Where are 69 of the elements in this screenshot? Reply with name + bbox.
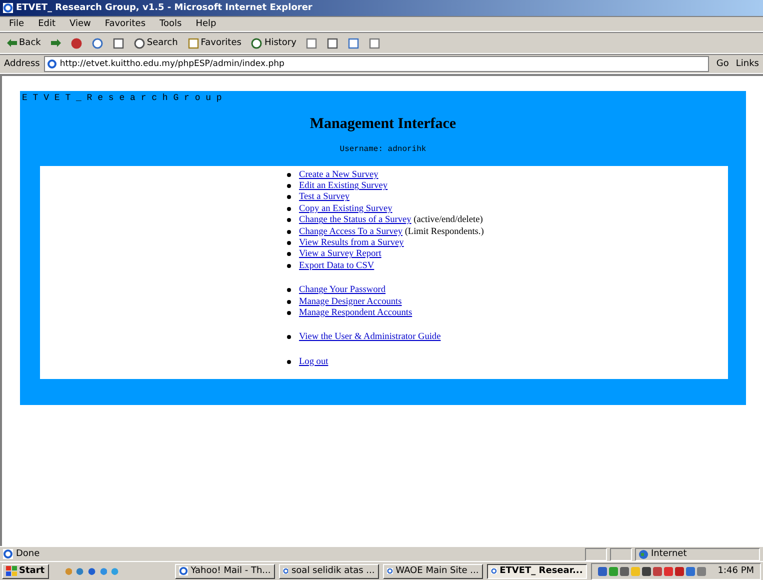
- menu-link[interactable]: Edit an Existing Survey: [299, 181, 388, 192]
- back-button[interactable]: Back: [4, 37, 44, 49]
- menu-link[interactable]: Copy an Existing Survey: [299, 204, 392, 214]
- menu-link[interactable]: View a Survey Report: [299, 249, 382, 260]
- back-arrow-icon: [7, 39, 17, 47]
- taskbar-button[interactable]: Yahoo! Mail - Th...: [174, 564, 275, 578]
- window-title: ETVET_ Research Group, v1.5 - Microsoft Internet Explorer: [16, 3, 312, 13]
- menu-item[interactable]: File: [4, 19, 30, 29]
- taskbar-button[interactable]: WAOE Main Site ...: [382, 564, 483, 578]
- bullet-icon: [287, 172, 291, 177]
- circle-icon: [92, 38, 103, 48]
- bullet-icon: [287, 195, 291, 200]
- link-note: (active/end/delete): [412, 215, 483, 226]
- site-name: E T V E T _ R e s e a r c h G r o u p: [21, 93, 223, 103]
- go-button[interactable]: Go: [713, 58, 732, 70]
- bullet-icon: [287, 335, 291, 340]
- status-panel: [585, 548, 607, 560]
- start-button[interactable]: Start: [2, 564, 49, 578]
- history-button[interactable]: History: [248, 36, 300, 50]
- menu-link[interactable]: View Results from a Survey: [299, 238, 404, 248]
- circle-icon: [251, 38, 262, 48]
- menu-link[interactable]: Manage Designer Accounts: [299, 296, 402, 307]
- status-text: Done: [16, 549, 41, 559]
- menu-link[interactable]: Manage Respondent Accounts: [299, 308, 412, 318]
- status-panel: [610, 548, 632, 560]
- taskbar-button[interactable]: soal selidik atas ...: [278, 564, 379, 578]
- bullet-icon: [287, 310, 291, 315]
- bullet-icon: [287, 360, 291, 364]
- menu-item[interactable]: View: [64, 19, 96, 29]
- taskbar-button[interactable]: ETVET_ Resear...: [486, 564, 587, 578]
- bullet-icon: [287, 264, 291, 268]
- menu-item[interactable]: Help: [190, 19, 222, 29]
- bullet-icon: [287, 230, 291, 234]
- browser-icon: [3, 3, 13, 13]
- quick-launch-icon[interactable]: [88, 566, 96, 576]
- quick-launch-icon[interactable]: [100, 566, 108, 576]
- menu-link[interactable]: Log out: [299, 356, 328, 367]
- username-text: Username: adnorihk: [338, 145, 428, 154]
- bullet-icon: [287, 300, 291, 304]
- bullet-icon: [287, 252, 291, 256]
- bullet-icon: [287, 184, 291, 188]
- link-note: (Limit Respondents.): [404, 226, 484, 237]
- windows-logo-icon: [6, 566, 17, 576]
- bullet-icon: [287, 288, 291, 292]
- page-heading: Management Interface: [308, 116, 458, 133]
- menu-item[interactable]: Favorites: [100, 19, 151, 29]
- menu-link[interactable]: Change Your Password: [299, 285, 386, 296]
- favorites-button[interactable]: Favorites: [184, 36, 244, 50]
- menu-link[interactable]: Change the Status of a Survey: [299, 215, 412, 226]
- menu-item[interactable]: Tools: [154, 19, 187, 29]
- menu-link[interactable]: Change Access To a Survey: [299, 226, 402, 237]
- search-icon: [134, 38, 145, 48]
- globe-icon: [639, 550, 648, 558]
- bullet-icon: [287, 241, 291, 246]
- menu-link[interactable]: Export Data to CSV: [299, 260, 374, 271]
- quick-launch-icon[interactable]: [76, 566, 84, 576]
- menu-link[interactable]: View the User & Administrator Guide: [299, 332, 441, 342]
- search-button[interactable]: Search: [130, 36, 181, 50]
- clock: 1:46 PM: [718, 566, 754, 576]
- menu-item[interactable]: Edit: [33, 19, 60, 29]
- menu-link[interactable]: Test a Survey: [299, 192, 350, 202]
- address-label: Address: [4, 59, 40, 69]
- address-field[interactable]: http://etvet.kuittho.edu.my/phpESP/admin/index.php: [44, 56, 710, 72]
- bullet-icon: [287, 206, 291, 211]
- menu-link[interactable]: Create a New Survey: [299, 170, 378, 180]
- bullet-icon: [287, 218, 291, 222]
- circle-icon: [70, 38, 82, 48]
- zone-panel: Internet: [635, 548, 760, 560]
- links-label[interactable]: Links: [736, 59, 759, 69]
